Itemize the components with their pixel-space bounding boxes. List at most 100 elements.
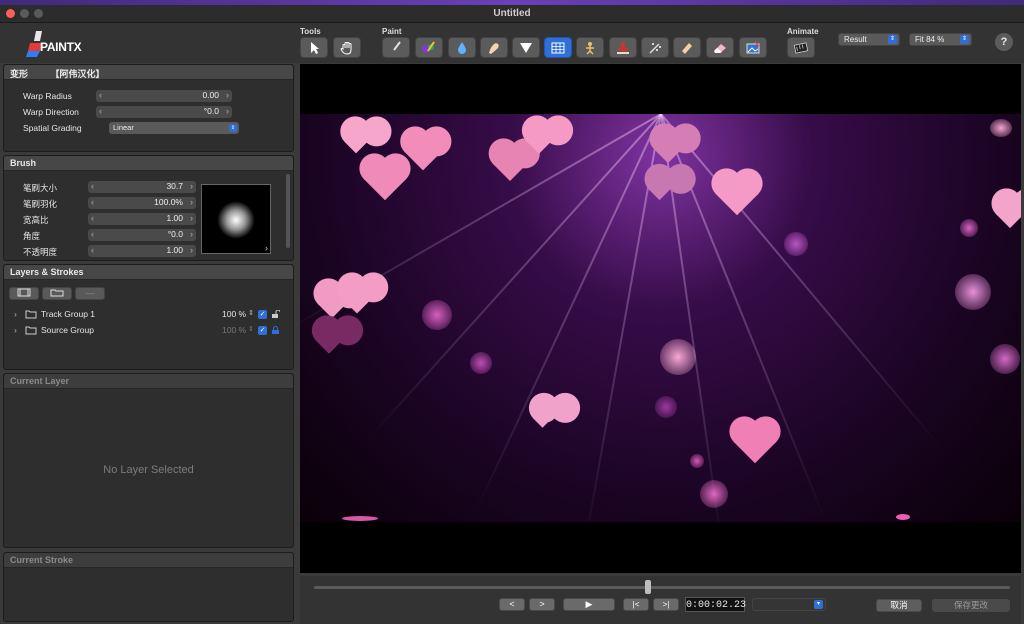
view-mode-select[interactable]: Result ⇕ — [838, 33, 900, 46]
view-mode-value: Result — [844, 35, 867, 44]
decrement-icon[interactable]: ‹ — [91, 245, 94, 255]
chevron-right-icon[interactable]: › — [14, 309, 17, 319]
eraser-block-icon — [682, 42, 692, 54]
paintx-logo: PAINTX — [26, 29, 88, 59]
layer-name: Source Group — [41, 325, 94, 335]
select-tool-button[interactable] — [300, 37, 328, 58]
decrement-icon[interactable]: ‹ — [91, 181, 94, 191]
timeline-playhead[interactable] — [645, 580, 652, 594]
grid-warp-tool-button[interactable] — [544, 37, 572, 58]
add-group-button[interactable] — [42, 287, 72, 300]
smudge-icon — [489, 42, 499, 54]
layer-visible-checkbox[interactable]: ✓ — [258, 326, 267, 335]
brush-opacity-value: 1.00 — [166, 245, 183, 255]
decrement-icon[interactable]: ‹ — [91, 213, 94, 223]
decrement-icon[interactable]: ‹ — [99, 106, 102, 116]
unlock-icon[interactable] — [271, 310, 280, 319]
funnel-tool-button[interactable] — [512, 37, 540, 58]
add-layer-button[interactable] — [9, 287, 39, 300]
chevron-right-icon[interactable]: › — [265, 243, 268, 253]
increment-icon[interactable]: › — [226, 106, 229, 116]
brush-opacity-field[interactable]: ‹ 1.00 › — [88, 245, 196, 257]
transform-image-tool-button[interactable] — [739, 37, 767, 58]
transform-image-icon — [746, 40, 760, 53]
bokeh-light — [342, 516, 378, 521]
previous-frame-button[interactable]: < — [499, 598, 525, 611]
brush-angle-label: 角度 — [23, 231, 41, 241]
layer-opacity[interactable]: 100 % — [222, 325, 246, 335]
warp-direction-field[interactable]: ‹ °0.0 › — [96, 106, 232, 118]
go-to-end-button[interactable]: >| — [653, 598, 679, 611]
zoom-value: Fit 84 % — [915, 35, 945, 44]
bokeh-light — [784, 232, 808, 256]
next-frame-button[interactable]: > — [529, 598, 555, 611]
save-changes-button[interactable]: 保存更改 — [932, 599, 1010, 612]
cancel-button[interactable]: 取消 — [876, 599, 922, 612]
paint-group-label: Paint — [382, 27, 402, 36]
current-stroke-header: Current Stroke — [4, 553, 293, 568]
chevron-right-icon[interactable]: › — [14, 325, 17, 335]
image-preview — [300, 114, 1021, 522]
spatial-grading-select[interactable]: Linear ⇕ — [109, 122, 239, 134]
hand-icon — [340, 41, 352, 55]
chevron-down-icon: ▾ — [814, 600, 823, 609]
scatter-tool-button[interactable] — [641, 37, 669, 58]
bokeh-light — [422, 300, 452, 330]
canvas-viewport[interactable] — [300, 64, 1021, 573]
decrement-icon[interactable]: ‹ — [99, 90, 102, 100]
chevron-updown-icon: ⇕ — [960, 35, 969, 44]
animate-button[interactable] — [787, 37, 815, 58]
timeline-track[interactable] — [314, 586, 1010, 589]
increment-icon[interactable]: › — [190, 197, 193, 207]
stamp-tool-button[interactable] — [609, 37, 637, 58]
layer-row-track-group-1[interactable]: › Track Group 1 100 % ⇕ ✓ — [14, 309, 284, 322]
increment-icon[interactable]: › — [190, 213, 193, 223]
warp-direction-value: °0.0 — [203, 106, 219, 116]
remove-layer-button[interactable]: — — [75, 287, 105, 300]
layer-visible-checkbox[interactable]: ✓ — [258, 310, 267, 319]
timecode-display[interactable]: 0:00:02.23 — [685, 597, 746, 612]
funnel-icon — [520, 42, 532, 53]
increment-icon[interactable]: › — [190, 229, 193, 239]
color-brush-tool-button[interactable] — [415, 37, 443, 58]
bokeh-light — [660, 339, 696, 375]
select-arrow-icon — [311, 41, 319, 54]
brush-panel-scrollbar[interactable] — [286, 174, 290, 248]
eraser-tool-button[interactable] — [706, 37, 734, 58]
layer-opacity[interactable]: 100 % — [222, 309, 246, 319]
decrement-icon[interactable]: ‹ — [91, 229, 94, 239]
stepper-icon[interactable]: ⇕ — [248, 325, 254, 333]
decrement-icon[interactable]: ‹ — [91, 197, 94, 207]
puppet-tool-button[interactable] — [576, 37, 604, 58]
brush-feather-field[interactable]: ‹ 100.0% › — [88, 197, 196, 209]
stepper-icon[interactable]: ⇕ — [248, 309, 254, 317]
smudge-tool-button[interactable] — [480, 37, 508, 58]
layer-row-source-group[interactable]: › Source Group 100 % ⇕ ✓ — [14, 325, 284, 338]
lock-icon[interactable] — [271, 326, 280, 335]
brush-size-field[interactable]: ‹ 30.7 › — [88, 181, 196, 193]
play-button[interactable]: ▶ — [563, 598, 615, 611]
increment-icon[interactable]: › — [226, 90, 229, 100]
go-to-start-button[interactable]: |< — [623, 598, 649, 611]
brush-angle-field[interactable]: ‹ °0.0 › — [88, 229, 196, 241]
heart-shape — [533, 409, 552, 428]
brush-tool-button[interactable] — [382, 37, 410, 58]
brush-aspect-field[interactable]: ‹ 1.00 › — [88, 213, 196, 225]
drop-tool-button[interactable] — [448, 37, 476, 58]
help-button[interactable]: ? — [995, 33, 1013, 51]
increment-icon[interactable]: › — [190, 181, 193, 191]
bokeh-light — [470, 352, 492, 374]
warp-radius-field[interactable]: ‹ 0.00 › — [96, 90, 232, 102]
current-layer-panel: Current Layer No Layer Selected — [3, 373, 294, 548]
warp-radius-value: 0.00 — [202, 90, 219, 100]
light-ray — [660, 114, 945, 452]
hand-tool-button[interactable] — [333, 37, 361, 58]
folder-icon — [25, 310, 37, 319]
playback-range-select[interactable]: ▾ — [752, 598, 826, 611]
no-layer-selected-text: No Layer Selected — [103, 464, 194, 476]
brush-panel-header: Brush — [4, 156, 293, 171]
increment-icon[interactable]: › — [190, 245, 193, 255]
zoom-select[interactable]: Fit 84 % ⇕ — [909, 33, 972, 46]
eraser-block-tool-button[interactable] — [673, 37, 701, 58]
animate-group-label: Animate — [787, 27, 819, 36]
